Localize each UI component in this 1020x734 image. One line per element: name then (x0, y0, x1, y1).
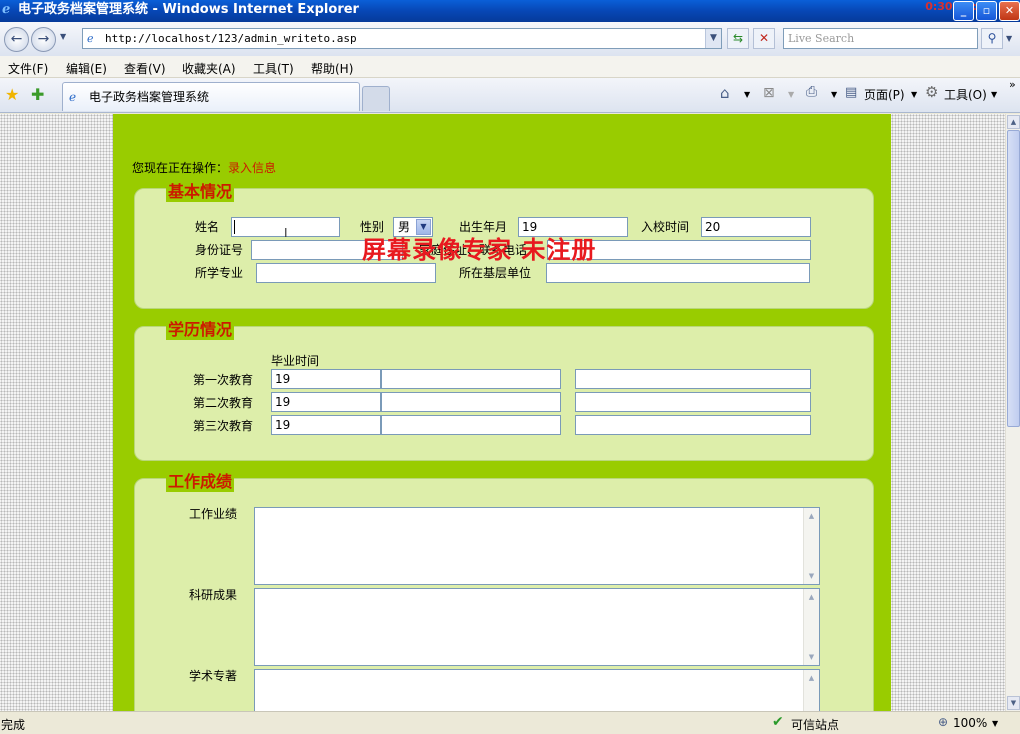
address-dropdown-icon[interactable]: ▼ (705, 29, 721, 48)
search-input[interactable]: Live Search (783, 28, 978, 49)
new-tab-button[interactable] (362, 86, 390, 111)
textarea-scrollbar[interactable]: ▲ (803, 670, 819, 711)
scroll-thumb[interactable] (1007, 130, 1020, 427)
window-title: 电子政务档案管理系统 - Windows Internet Explorer (18, 2, 359, 17)
education-major-input[interactable] (575, 369, 811, 389)
search-icon[interactable]: ⚲ (981, 28, 1003, 49)
menu-tools[interactable]: 工具(T) (253, 60, 294, 77)
page-icon: ℯ (87, 32, 94, 45)
basic-info-title: 基本情况 (166, 178, 235, 202)
education-school-input[interactable] (381, 415, 561, 435)
page-menu-label[interactable]: 页面(P) (864, 86, 905, 103)
research-label: 科研成果 (189, 588, 238, 602)
menu-help[interactable]: 帮助(H) (311, 60, 353, 77)
recent-pages-dropdown-icon[interactable]: ▼ (60, 32, 66, 41)
toolbar-overflow-icon[interactable]: » (1009, 78, 1016, 91)
education-school-input[interactable] (381, 369, 561, 389)
menu-favorites[interactable]: 收藏夹(A) (182, 60, 236, 77)
home-dropdown-icon[interactable]: ▼ (744, 90, 750, 99)
scroll-up-icon[interactable]: ▲ (1007, 115, 1020, 129)
print-dropdown-icon[interactable]: ▼ (831, 90, 837, 99)
major-input[interactable] (256, 263, 436, 283)
operation-value: 录入信息 (228, 161, 277, 175)
menu-view[interactable]: 查看(V) (124, 60, 166, 77)
operation-prefix: 您现在正在操作： (132, 161, 229, 175)
name-input[interactable]: I (231, 217, 340, 240)
graduation-time-header: 毕业时间 (271, 354, 320, 368)
search-options-icon[interactable]: ▼ (1006, 34, 1012, 43)
unit-input[interactable] (546, 263, 810, 283)
education-row-label: 第三次教育 (193, 419, 254, 433)
home-icon[interactable]: ⌂ (720, 84, 730, 102)
check-icon: ✔ (772, 714, 784, 730)
close-button[interactable]: ✕ (999, 1, 1020, 21)
feeds-dropdown-icon[interactable]: ▼ (788, 90, 794, 99)
education-school-input[interactable] (381, 392, 561, 412)
major-label: 所学专业 (195, 266, 244, 280)
tab-title: 电子政务档案管理系统 (89, 90, 210, 104)
education-row-label: 第一次教育 (193, 373, 254, 387)
forward-button[interactable]: → (31, 27, 56, 52)
academic-textarea[interactable]: ▲ (254, 669, 820, 711)
page-viewport: 您现在正在操作：录入信息 基本情况 姓名 I 性别 男 ▼ 出生年月 19 入校… (0, 114, 1005, 711)
page-menu-icon[interactable]: ▤ (845, 85, 857, 100)
recorder-watermark: 屏幕录像专家 未注册 (362, 235, 597, 264)
tools-dropdown-icon[interactable]: ▼ (991, 90, 997, 99)
education-time-input[interactable]: 19 (271, 392, 381, 412)
zone-text: 可信站点 (791, 718, 840, 732)
education-major-input[interactable] (575, 392, 811, 412)
tab-row: ★ ✚ ℯ 电子政务档案管理系统 ⌂ ▼ ⊠ ▼ ⎙ ▼ ▤ 页面(P) ▼ ⚙… (0, 78, 1020, 113)
education-time-input[interactable]: 19 (271, 369, 381, 389)
zoom-icon[interactable]: ⊕ (938, 715, 948, 729)
tools-menu-label[interactable]: 工具(O) (944, 86, 987, 103)
scroll-down-icon[interactable]: ▼ (1007, 696, 1020, 710)
status-text: 完成 (1, 718, 26, 732)
enroll-label: 入校时间 (641, 220, 690, 234)
enroll-input[interactable]: 20 (701, 217, 811, 237)
education-major-input[interactable] (575, 415, 811, 435)
text-cursor (234, 220, 235, 234)
tab-current[interactable]: ℯ 电子政务档案管理系统 (62, 82, 360, 111)
address-toolbar: ← → ▼ ℯ http://localhost/123/admin_write… (0, 22, 1020, 56)
status-bar: 完成 ✔ 可信站点 ⊕ 100% ▼ (0, 711, 1020, 734)
refresh-button[interactable]: ⇆ (727, 28, 749, 49)
ie-icon: ℯ (2, 2, 11, 17)
favorites-star-icon[interactable]: ★ (5, 85, 19, 104)
academic-label: 学术专著 (189, 669, 238, 683)
gear-icon[interactable]: ⚙ (925, 83, 938, 101)
form-container: 您现在正在操作：录入信息 基本情况 姓名 I 性别 男 ▼ 出生年月 19 入校… (113, 114, 891, 711)
education-time-input[interactable]: 19 (271, 415, 381, 435)
stop-button[interactable]: ✕ (753, 28, 775, 49)
textarea-scrollbar[interactable]: ▲ ▼ (803, 508, 819, 584)
page-scrollbar[interactable]: ▲ ▼ (1005, 114, 1020, 711)
add-favorite-icon[interactable]: ✚ (31, 85, 44, 104)
title-bar: ℯ 电子政务档案管理系统 - Windows Internet Explorer… (0, 0, 1020, 22)
research-textarea[interactable]: ▲ ▼ (254, 588, 820, 666)
textarea-scrollbar[interactable]: ▲ ▼ (803, 589, 819, 665)
maximize-button[interactable]: ▫ (976, 1, 997, 21)
education-row-label: 第二次教育 (193, 396, 254, 410)
feeds-icon[interactable]: ⊠ (763, 85, 775, 101)
tab-ie-icon: ℯ (69, 90, 77, 104)
menu-edit[interactable]: 编辑(E) (66, 60, 107, 77)
unit-label: 所在基层单位 (459, 266, 532, 280)
page-menu-dropdown-icon[interactable]: ▼ (911, 90, 917, 99)
id-label: 身份证号 (195, 243, 244, 257)
minimize-button[interactable]: _ (953, 1, 974, 21)
address-url: http://localhost/123/admin_writeto.asp (105, 32, 357, 45)
operation-line: 您现在正在操作：录入信息 (132, 159, 276, 176)
zoom-level[interactable]: 100% (953, 716, 987, 730)
back-button[interactable]: ← (4, 27, 29, 52)
work-title: 工作成绩 (166, 468, 235, 492)
menu-bar: 文件(F) 编辑(E) 查看(V) 收藏夹(A) 工具(T) 帮助(H) (0, 56, 1020, 78)
address-input[interactable]: ℯ http://localhost/123/admin_writeto.asp… (82, 28, 722, 49)
print-icon[interactable]: ⎙ (806, 84, 817, 100)
performance-label: 工作业绩 (189, 507, 238, 521)
zoom-dropdown-icon[interactable]: ▼ (992, 719, 998, 728)
performance-textarea[interactable]: ▲ ▼ (254, 507, 820, 585)
menu-file[interactable]: 文件(F) (8, 60, 48, 77)
education-title: 学历情况 (166, 316, 235, 340)
name-label: 姓名 (195, 220, 220, 234)
